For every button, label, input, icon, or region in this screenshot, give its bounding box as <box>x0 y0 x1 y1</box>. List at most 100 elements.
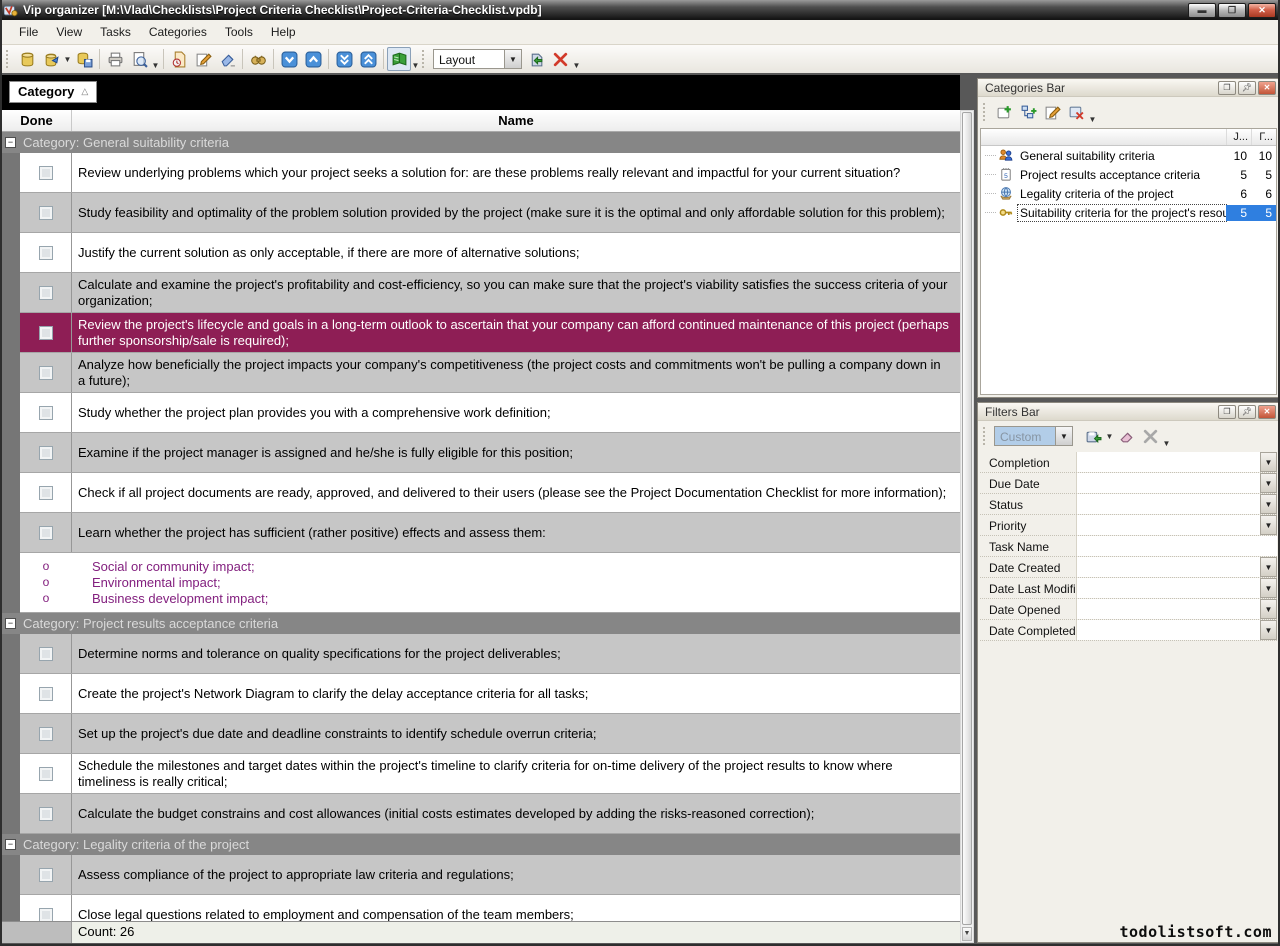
save-database-icon[interactable] <box>72 47 96 71</box>
done-checkbox[interactable] <box>39 406 53 420</box>
task-row[interactable]: Schedule the milestones and target dates… <box>20 754 960 794</box>
done-checkbox[interactable] <box>39 206 53 220</box>
task-row[interactable]: Analyze how beneficially the project imp… <box>20 353 960 393</box>
filter-value-field[interactable] <box>1077 515 1260 535</box>
clear-filter-icon[interactable] <box>1138 424 1162 448</box>
collapse-icon[interactable]: − <box>5 618 16 629</box>
done-checkbox[interactable] <box>39 807 53 821</box>
new-database-icon[interactable] <box>15 47 39 71</box>
done-checkbox[interactable] <box>39 908 53 922</box>
done-checkbox[interactable] <box>39 727 53 741</box>
task-row[interactable]: Set up the project's due date and deadli… <box>20 714 960 754</box>
filter-dropdown-icon[interactable]: ▼ <box>1260 578 1277 598</box>
layout-view-dropdown-icon[interactable]: ▼ <box>411 61 420 73</box>
done-checkbox[interactable] <box>39 246 53 260</box>
toolbar-grip[interactable] <box>983 427 989 445</box>
tree-column-2[interactable]: Г... <box>1251 129 1276 145</box>
menu-item-help[interactable]: Help <box>262 21 305 43</box>
done-checkbox[interactable] <box>39 767 53 781</box>
find-icon[interactable] <box>246 47 270 71</box>
category-label[interactable]: Legality criteria of the project <box>1018 186 1226 202</box>
scrollbar-down-icon[interactable]: ▼ <box>962 927 972 941</box>
group-header-row[interactable]: −Category: Project results acceptance cr… <box>2 613 960 634</box>
print-icon[interactable] <box>103 47 127 71</box>
new-subcategory-icon[interactable] <box>1016 100 1040 124</box>
move-to-top-icon[interactable] <box>356 47 380 71</box>
tree-column-1[interactable]: J... <box>1226 129 1251 145</box>
done-checkbox[interactable] <box>39 868 53 882</box>
edit-task-icon[interactable] <box>191 47 215 71</box>
task-row[interactable]: Calculate and examine the project's prof… <box>20 273 960 313</box>
open-database-dropdown-icon[interactable]: ▼ <box>63 55 72 64</box>
collapse-icon[interactable]: − <box>5 137 16 148</box>
done-checkbox[interactable] <box>39 647 53 661</box>
filter-value-field[interactable] <box>1077 494 1260 514</box>
collapse-icon[interactable]: − <box>5 839 16 850</box>
menu-item-categories[interactable]: Categories <box>140 21 216 43</box>
save-filter-dropdown-icon[interactable]: ▼ <box>1105 432 1114 441</box>
filter-value-field[interactable] <box>1077 599 1260 619</box>
task-name-cell[interactable]: Calculate and examine the project's prof… <box>72 273 960 312</box>
new-category-icon[interactable] <box>992 100 1016 124</box>
task-row[interactable]: Close legal questions related to employm… <box>20 895 960 921</box>
menu-item-view[interactable]: View <box>47 21 91 43</box>
column-header-done[interactable]: Done <box>2 110 72 131</box>
filter-dropdown-icon[interactable]: ▼ <box>1260 515 1277 535</box>
panel-restore-button[interactable]: ❐ <box>1218 81 1236 95</box>
apply-layout-icon[interactable] <box>524 47 548 71</box>
delete-layout-icon[interactable] <box>548 47 572 71</box>
filter-dropdown-icon[interactable]: ▼ <box>1260 620 1277 640</box>
task-name-cell[interactable]: Learn whether the project has sufficient… <box>72 513 960 552</box>
move-down-icon[interactable] <box>277 47 301 71</box>
save-filter-icon[interactable] <box>1081 424 1105 448</box>
done-checkbox[interactable] <box>39 486 53 500</box>
minimize-button[interactable]: ▬ <box>1188 3 1216 18</box>
task-row[interactable]: Examine if the project manager is assign… <box>20 433 960 473</box>
toolbar-grip[interactable] <box>983 103 989 121</box>
layout-combobox-value[interactable]: Layout <box>433 49 505 69</box>
task-row-selected[interactable]: Review the project's lifecycle and goals… <box>20 313 960 353</box>
filter-dropdown-icon[interactable]: ▼ <box>1260 599 1277 619</box>
filter-value-field[interactable] <box>1077 473 1260 493</box>
panel-pin-button[interactable]: 📌︎ <box>1238 81 1256 95</box>
toolbar-more-dropdown-icon[interactable]: ▼ <box>572 61 581 73</box>
print-preview-dropdown-icon[interactable]: ▼ <box>151 61 160 73</box>
open-database-icon[interactable] <box>39 47 63 71</box>
done-checkbox[interactable] <box>39 446 53 460</box>
category-tree-item[interactable]: General suitability criteria1010 <box>981 146 1276 165</box>
erase-filter-icon[interactable] <box>1114 424 1138 448</box>
task-name-cell[interactable]: Close legal questions related to employm… <box>72 895 960 921</box>
menu-item-file[interactable]: File <box>10 21 47 43</box>
category-tree-item-selected[interactable]: Suitability criteria for the project's r… <box>981 203 1276 222</box>
category-label[interactable]: Project results acceptance criteria <box>1018 167 1226 183</box>
group-by-category-button[interactable]: Category △ <box>9 81 97 103</box>
filter-value-field[interactable] <box>1077 557 1260 577</box>
new-task-icon[interactable] <box>167 47 191 71</box>
toolbar-grip[interactable] <box>422 50 428 68</box>
task-row[interactable]: Assess compliance of the project to appr… <box>20 855 960 895</box>
group-header-row[interactable]: −Category: Legality criteria of the proj… <box>2 834 960 855</box>
filter-dropdown-icon[interactable]: ▼ <box>1260 452 1277 472</box>
filter-preset-value[interactable]: Custom <box>994 426 1056 446</box>
grid-vertical-scrollbar[interactable]: ▼ <box>960 110 974 943</box>
filter-value-field[interactable] <box>1077 620 1260 640</box>
group-header-row[interactable]: −Category: General suitability criteria <box>2 132 960 153</box>
task-name-cell[interactable]: Set up the project's due date and deadli… <box>72 714 960 753</box>
restore-button[interactable]: ❐ <box>1218 3 1246 18</box>
panel-pin-button[interactable]: 📌︎ <box>1238 405 1256 419</box>
categories-toolbar-dropdown-icon[interactable]: ▼ <box>1088 115 1097 127</box>
layout-view-icon[interactable] <box>387 47 411 71</box>
filter-dropdown-icon[interactable]: ▼ <box>1260 557 1277 577</box>
task-row[interactable]: Justify the current solution as only acc… <box>20 233 960 273</box>
layout-combobox[interactable]: Layout ▼ <box>433 49 522 69</box>
task-row[interactable]: Study whether the project plan provides … <box>20 393 960 433</box>
layout-combobox-dropdown-icon[interactable]: ▼ <box>505 49 522 69</box>
task-row[interactable]: Review underlying problems which your pr… <box>20 153 960 193</box>
done-checkbox[interactable] <box>39 526 53 540</box>
category-tree-item[interactable]: 5Project results acceptance criteria55 <box>981 165 1276 184</box>
done-checkbox[interactable] <box>39 166 53 180</box>
panel-close-button[interactable]: ✕ <box>1258 81 1276 95</box>
panel-restore-button[interactable]: ❐ <box>1218 405 1236 419</box>
filter-dropdown-icon[interactable]: ▼ <box>1260 473 1277 493</box>
scrollbar-thumb[interactable] <box>962 112 972 925</box>
